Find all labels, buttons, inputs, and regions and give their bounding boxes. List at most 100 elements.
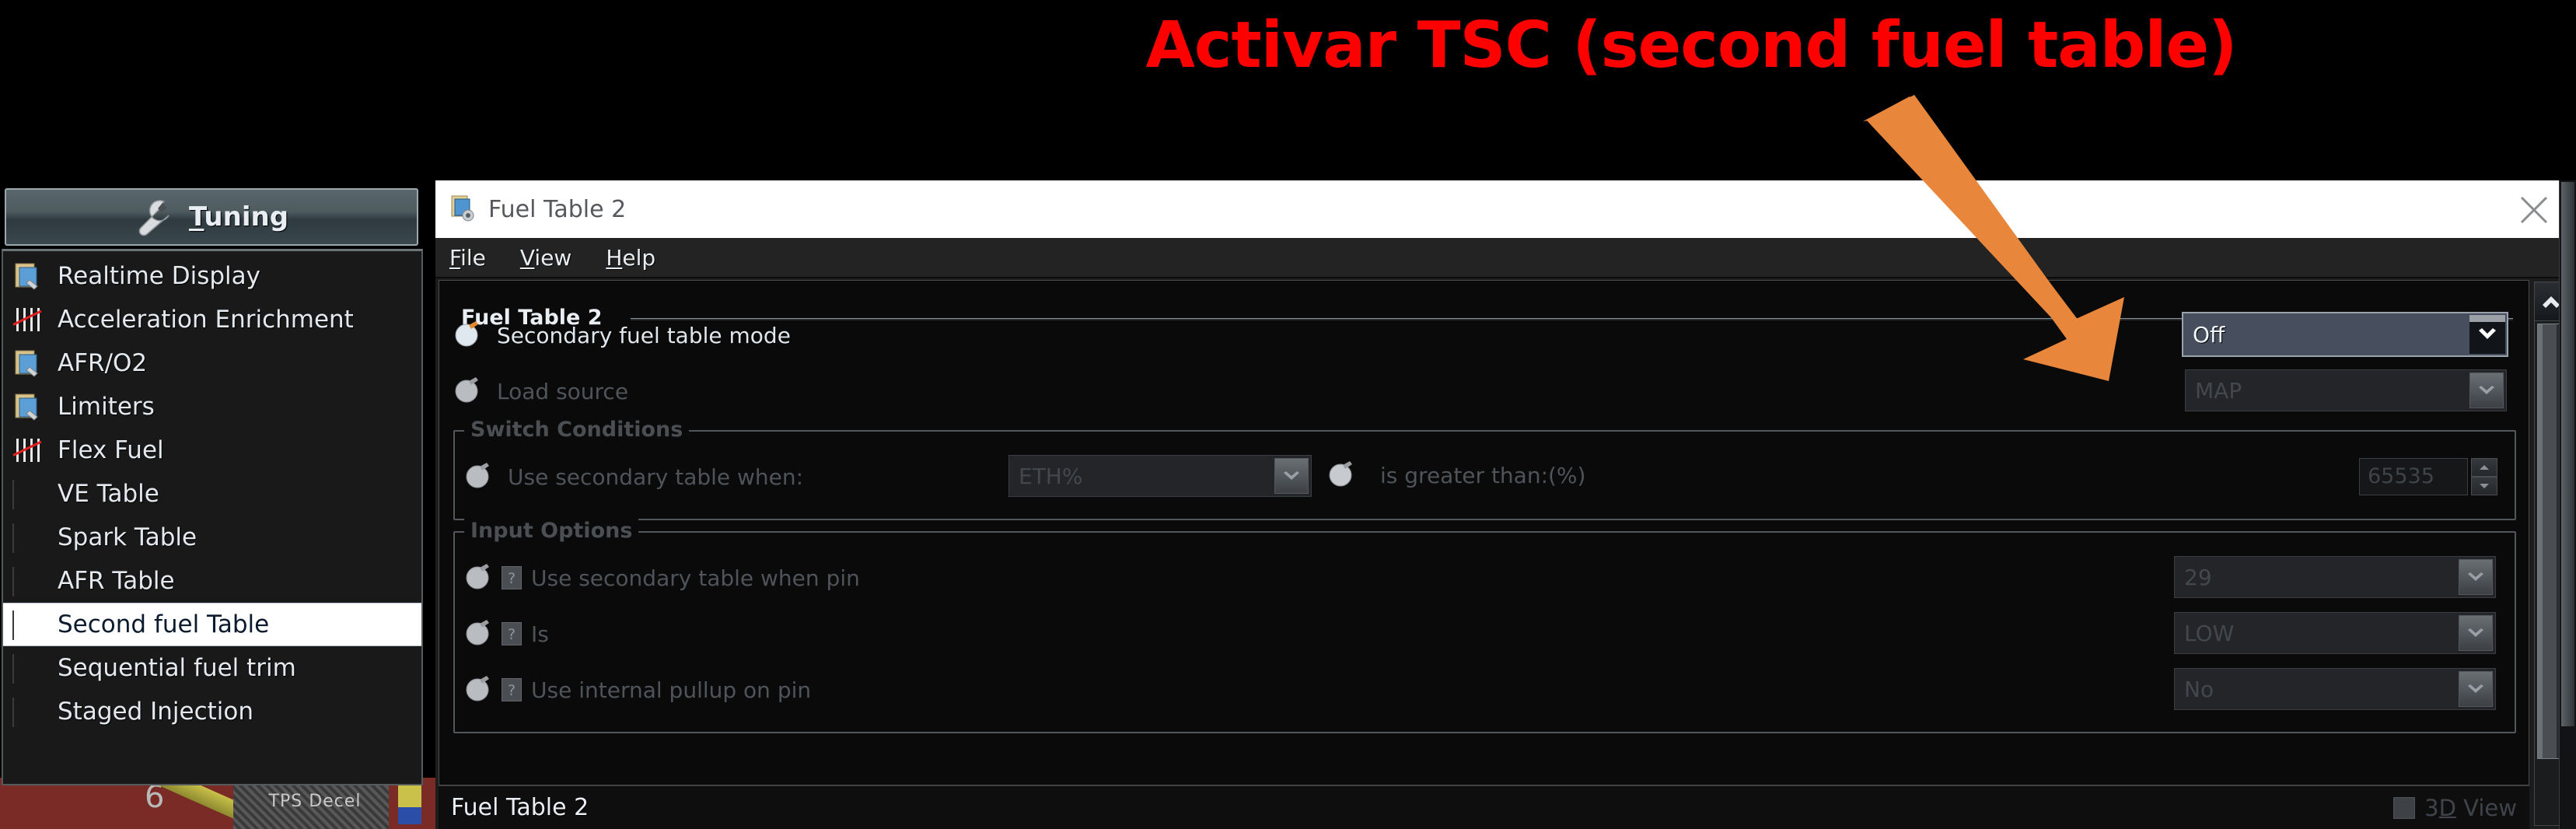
- threshold-spinner[interactable]: 65535: [2359, 458, 2497, 495]
- internal-pullup-dropdown[interactable]: No: [2174, 668, 2496, 710]
- threshold-value[interactable]: 65535: [2359, 458, 2468, 495]
- sidebar-item-acceleration-enrichment[interactable]: Acceleration Enrichment: [3, 298, 421, 341]
- gauge-chip-blue: [398, 807, 421, 824]
- group-switch-conditions: Switch Conditions Use secondary table wh…: [453, 418, 2516, 520]
- fuel-table-2-dialog: Fuel Table 2 File View Help Fuel Table 2…: [435, 180, 2576, 829]
- group-input-options: Input Options ? Use secondary table when…: [453, 519, 2516, 733]
- help-question-icon[interactable]: ?: [502, 566, 522, 589]
- chevron-down-icon[interactable]: [2459, 559, 2493, 595]
- dim-bulb-icon: [466, 620, 489, 645]
- label-is-greater-than: is greater than:(%): [1380, 462, 1586, 488]
- chevron-down-icon[interactable]: [2469, 315, 2505, 354]
- 3d-view-checkbox[interactable]: [2393, 796, 2416, 819]
- secondary-fuel-table-mode-dropdown[interactable]: Off: [2182, 312, 2508, 357]
- outer-scrollbar-thumb[interactable]: [2561, 182, 2574, 726]
- curve-bars-icon: [12, 437, 45, 463]
- menu-view[interactable]: View: [520, 245, 571, 271]
- threshold-label-group: is greater than:(%): [1327, 460, 1585, 491]
- dialog-title: Fuel Table 2: [488, 195, 627, 223]
- lit-bulb-icon: [455, 321, 478, 347]
- row-use-internal-pullup-on-pin: ? Use internal pullup on pin No: [464, 662, 2505, 718]
- sidebar-item-afr-o2[interactable]: AFR/O2: [3, 341, 421, 385]
- menu-view-rest: iew: [534, 244, 572, 271]
- sidebar-item-sequential-fuel-trim[interactable]: Sequential fuel trim: [3, 646, 421, 690]
- sidebar-item-limiters[interactable]: Limiters: [3, 385, 421, 428]
- chevron-down-icon[interactable]: [2459, 671, 2493, 707]
- 3d-view-label[interactable]: 3D View: [2424, 795, 2517, 821]
- sidebar-item-flex-fuel[interactable]: Flex Fuel: [3, 428, 421, 472]
- menu-help-mnemonic: H: [606, 244, 623, 271]
- menu-view-mnemonic: V: [519, 244, 535, 271]
- sidebar-item-ve-table[interactable]: VE Table: [3, 472, 421, 516]
- load-source-dropdown[interactable]: MAP: [2185, 369, 2507, 411]
- gauge-label: TPS Decel: [268, 792, 362, 811]
- sidebar-item-staged-injection[interactable]: Staged Injection: [3, 690, 421, 733]
- annotation-title: Activar TSC (second fuel table): [1145, 8, 2237, 82]
- dim-bulb-icon: [466, 463, 489, 488]
- row-is: ? Is LOW: [464, 606, 2505, 662]
- sidebar-item-label: Second fuel Table: [58, 610, 270, 638]
- chevron-down-icon[interactable]: [2469, 373, 2504, 408]
- chevron-down-icon[interactable]: [2459, 615, 2493, 651]
- 3d-view-rest: View: [2455, 794, 2517, 821]
- color-table-icon: [12, 654, 45, 684]
- group-fuel-table-2: Fuel Table 2 Secondary fuel table mode O…: [453, 306, 2516, 419]
- dim-bulb-icon: [1329, 461, 1352, 487]
- close-icon[interactable]: [2515, 191, 2553, 229]
- document-wrench-icon: [12, 394, 45, 421]
- statusbar-right: 3D View: [2393, 795, 2517, 821]
- 3d-view-mnemonic: D: [2438, 794, 2456, 821]
- document-gear-icon: [451, 195, 474, 222]
- sidebar-item-label: Staged Injection: [58, 698, 254, 726]
- pin-number-dropdown[interactable]: 29: [2174, 556, 2496, 598]
- group-input-options-title: Input Options: [464, 519, 639, 543]
- 3d-view-prefix: 3: [2424, 794, 2439, 821]
- group-switch-conditions-body: Use secondary table when: ETH% is greate…: [453, 430, 2516, 520]
- dim-bulb-icon: [466, 564, 489, 589]
- color-table-icon: [12, 480, 45, 509]
- group-input-options-body: ? Use secondary table when pin 29 ? Is L…: [453, 531, 2516, 733]
- sidebar-item-label: Spark Table: [58, 523, 197, 551]
- curve-bars-icon: [12, 306, 45, 333]
- sidebar-item-label: Flex Fuel: [58, 436, 164, 464]
- tuning-button[interactable]: Tuning: [5, 188, 418, 246]
- sidebar-item-afr-table[interactable]: AFR Table: [3, 559, 421, 603]
- spinner-down-icon[interactable]: [2471, 477, 2497, 495]
- help-question-icon[interactable]: ?: [502, 622, 522, 645]
- sidebar-item-spark-table[interactable]: Spark Table: [3, 516, 421, 559]
- dim-bulb-icon: [466, 676, 489, 701]
- dialog-menubar: File View Help: [435, 238, 2576, 278]
- load-source-value: MAP: [2195, 377, 2242, 404]
- menu-help[interactable]: Help: [606, 245, 655, 271]
- document-wrench-icon: [12, 350, 45, 377]
- label-use-internal-pullup-on-pin: Use internal pullup on pin: [531, 677, 812, 703]
- tuning-sidebar: Tuning Realtime Display Acceleration Enr…: [0, 185, 425, 789]
- row-use-secondary-table-when-pin: ? Use secondary table when pin 29: [464, 550, 2505, 606]
- sidebar-item-realtime-display[interactable]: Realtime Display: [3, 254, 421, 298]
- outer-window-scrollbar[interactable]: [2559, 180, 2576, 829]
- chevron-down-icon[interactable]: [1274, 458, 1309, 494]
- tuning-button-label: Tuning: [189, 201, 288, 233]
- dialog-statusbar: Fuel Table 2 3D View: [439, 785, 2529, 829]
- sidebar-item-label: VE Table: [58, 480, 159, 508]
- sidebar-item-second-fuel-table[interactable]: Second fuel Table: [3, 603, 421, 646]
- spinner-up-icon[interactable]: [2471, 458, 2497, 477]
- label-use-secondary-table-when-pin: Use secondary table when pin: [531, 565, 860, 591]
- switch-condition-dropdown[interactable]: ETH%: [1008, 455, 1312, 497]
- tuning-menu-list: Realtime Display Acceleration Enrichment…: [2, 249, 423, 785]
- sidebar-item-label: Acceleration Enrichment: [58, 306, 354, 334]
- document-wrench-icon: [12, 263, 45, 290]
- label-load-source: Load source: [497, 378, 629, 404]
- label-is: Is: [531, 621, 549, 647]
- help-question-icon[interactable]: ?: [502, 678, 522, 701]
- menu-file-mnemonic: F: [449, 244, 461, 271]
- menu-file[interactable]: File: [449, 245, 486, 271]
- wrench-icon: [138, 200, 170, 236]
- dialog-content: Fuel Table 2 Secondary fuel table mode O…: [439, 280, 2529, 785]
- tuning-label-rest: uning: [204, 201, 289, 233]
- pin-state-dropdown[interactable]: LOW: [2174, 612, 2496, 654]
- dialog-titlebar[interactable]: Fuel Table 2: [435, 180, 2576, 238]
- sidebar-item-label: Limiters: [58, 393, 155, 421]
- color-table-icon: [12, 567, 45, 596]
- internal-pullup-value: No: [2184, 676, 2214, 702]
